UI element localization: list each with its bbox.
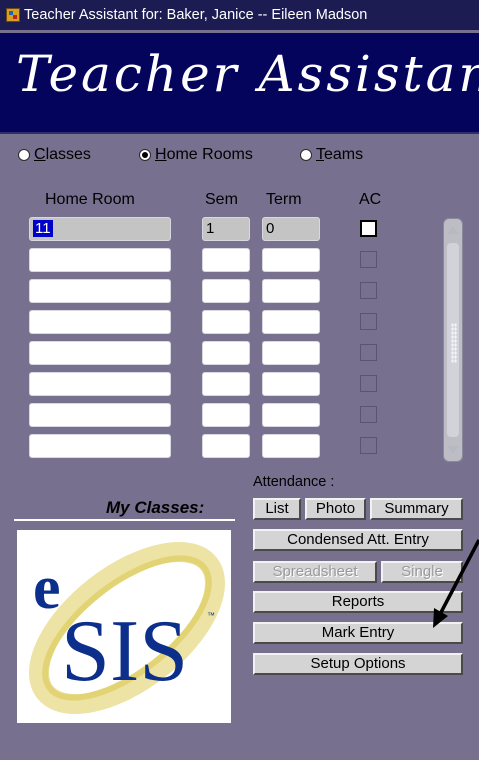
annotation-arrow-icon [433,539,479,628]
teacher-assistant-window: Teacher Assistant for: Baker, Janice -- … [0,0,479,760]
